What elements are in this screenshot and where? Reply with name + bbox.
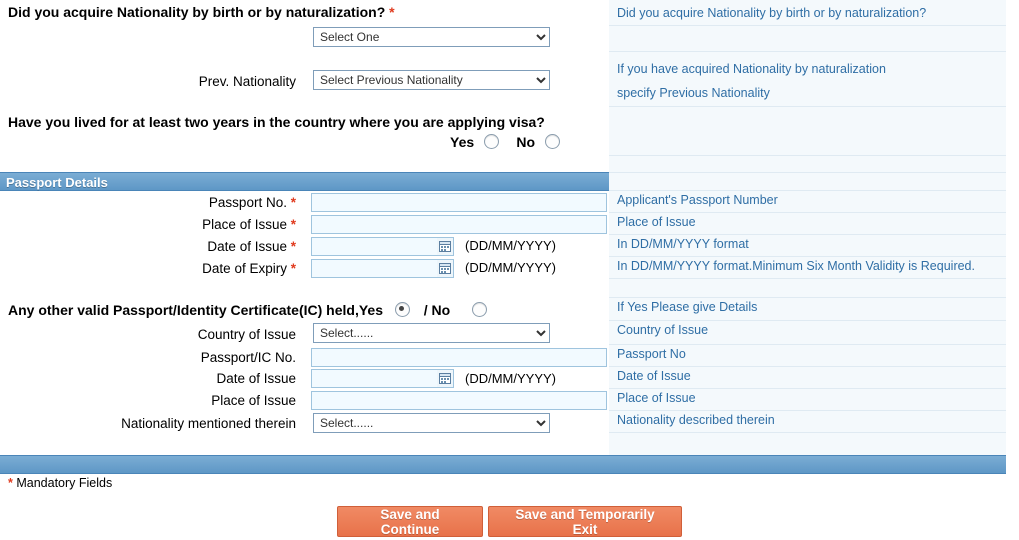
save-and-continue-button[interactable]: Save and Continue <box>337 506 483 537</box>
calendar-icon[interactable] <box>437 369 454 388</box>
date-of-expiry-required: * <box>290 261 296 276</box>
passport-no-input[interactable] <box>311 193 607 212</box>
help-date-of-expiry: In DD/MM/YYYY format.Minimum Six Month V… <box>617 259 975 273</box>
help-column: Did you acquire Nationality by birth or … <box>609 0 1019 455</box>
place-of-issue-label-text: Place of Issue <box>202 217 287 232</box>
footer-bar <box>0 455 1006 474</box>
passport-no-required: * <box>290 195 296 210</box>
question-acquire-nationality: Did you acquire Nationality by birth or … <box>8 3 608 22</box>
divider <box>609 366 1019 367</box>
other-passport-no-label: / No <box>423 302 451 318</box>
help-passport-number: Applicant's Passport Number <box>617 193 778 207</box>
other-passport-no-radio[interactable] <box>472 302 488 317</box>
divider <box>609 297 1019 298</box>
other-passport-yes-radio[interactable] <box>394 302 410 317</box>
question-lived-two-years-text: Have you lived for at least two years in… <box>8 114 545 130</box>
date-of-expiry-format: (DD/MM/YYYY) <box>465 260 556 275</box>
divider <box>609 388 1019 389</box>
lived-no-label: No <box>516 134 536 150</box>
divider <box>609 212 1019 213</box>
mandatory-star: * <box>8 476 13 490</box>
divider <box>609 278 1019 279</box>
date-of-issue-label-text: Date of Issue <box>207 239 287 254</box>
save-and-temporarily-exit-button[interactable]: Save and Temporarily Exit <box>488 506 682 537</box>
divider <box>609 234 1019 235</box>
date-of-issue-required: * <box>290 239 296 254</box>
nationality-mentioned-label: Nationality mentioned therein <box>121 416 296 431</box>
question-acquire-nationality-text: Did you acquire Nationality by birth or … <box>8 4 386 20</box>
nationality-mentioned-select[interactable]: Select...... <box>313 413 550 433</box>
visa-application-page: Did you acquire Nationality by birth or … <box>0 0 1019 540</box>
divider <box>609 190 1019 191</box>
place-of-issue2-input[interactable] <box>311 391 607 410</box>
right-margin <box>1006 0 1019 540</box>
help-country-of-issue: Country of Issue <box>617 323 709 337</box>
help-passport-no: Passport No <box>617 347 686 361</box>
place-of-issue-label: Place of Issue * <box>100 217 296 232</box>
divider <box>609 256 1019 257</box>
required-marker: * <box>389 4 395 20</box>
date-of-expiry-label-text: Date of Expiry <box>202 261 287 276</box>
date-of-issue-input[interactable] <box>311 237 439 256</box>
lived-two-years-yes-group: Yes No <box>450 133 560 152</box>
divider <box>609 155 1019 156</box>
section-passport-details: Passport Details <box>0 172 609 191</box>
help-place-of-issue2: Place of Issue <box>617 391 696 405</box>
calendar-icon[interactable] <box>437 237 454 256</box>
question-other-passport-text: Any other valid Passport/Identity Certif… <box>8 302 383 318</box>
mandatory-note: * Mandatory Fields <box>8 476 112 490</box>
question-other-passport: Any other valid Passport/Identity Certif… <box>8 301 608 320</box>
passport-no-label-text: Passport No. <box>208 195 287 210</box>
question-lived-two-years: Have you lived for at least two years in… <box>8 113 608 132</box>
place-of-issue-input[interactable] <box>311 215 607 234</box>
help-naturalization: If you have acquired Nationality by natu… <box>617 62 886 76</box>
lived-no-radio[interactable] <box>544 134 560 149</box>
mandatory-text: Mandatory Fields <box>16 476 113 490</box>
form-column: Did you acquire Nationality by birth or … <box>0 0 609 455</box>
divider <box>609 320 1019 321</box>
prev-nationality-label: Prev. Nationality <box>198 74 296 89</box>
date-of-issue2-input[interactable] <box>311 369 439 388</box>
passport-no-label: Passport No. * <box>100 195 296 210</box>
place-of-issue2-label: Place of Issue <box>211 393 296 408</box>
passport-ic-no-label: Passport/IC No. <box>200 350 296 365</box>
date-of-expiry-label: Date of Expiry * <box>100 261 296 276</box>
help-place-of-issue: Place of Issue <box>617 215 696 229</box>
calendar-icon[interactable] <box>437 259 454 278</box>
divider <box>609 25 1019 26</box>
country-of-issue-select[interactable]: Select...... <box>313 323 550 343</box>
section-passport-details-title: Passport Details <box>6 175 108 190</box>
help-date-of-issue2: Date of Issue <box>617 369 691 383</box>
divider <box>609 344 1019 345</box>
help-prev-nationality: specify Previous Nationality <box>617 86 770 100</box>
acquire-nationality-select[interactable]: Select One <box>313 27 550 47</box>
date-of-issue2-label: Date of Issue <box>216 371 296 386</box>
divider <box>609 410 1019 411</box>
divider <box>609 432 1019 433</box>
divider <box>609 51 1019 52</box>
help-date-of-issue: In DD/MM/YYYY format <box>617 237 749 251</box>
passport-ic-no-input[interactable] <box>311 348 607 367</box>
divider <box>609 172 1019 173</box>
date-of-issue-label: Date of Issue * <box>100 239 296 254</box>
divider <box>609 106 1019 107</box>
prev-nationality-select[interactable]: Select Previous Nationality <box>313 70 550 90</box>
help-nationality-therein: Nationality described therein <box>617 413 775 427</box>
date-of-expiry-input[interactable] <box>311 259 439 278</box>
lived-yes-radio[interactable] <box>483 134 499 149</box>
date-of-issue2-format: (DD/MM/YYYY) <box>465 371 556 386</box>
date-of-issue-format: (DD/MM/YYYY) <box>465 238 556 253</box>
help-other-passport: If Yes Please give Details <box>617 300 758 314</box>
country-of-issue-label: Country of Issue <box>197 327 296 342</box>
place-of-issue-required: * <box>290 217 296 232</box>
lived-yes-label: Yes <box>450 134 475 150</box>
help-acquire-nationality: Did you acquire Nationality by birth or … <box>617 6 927 20</box>
